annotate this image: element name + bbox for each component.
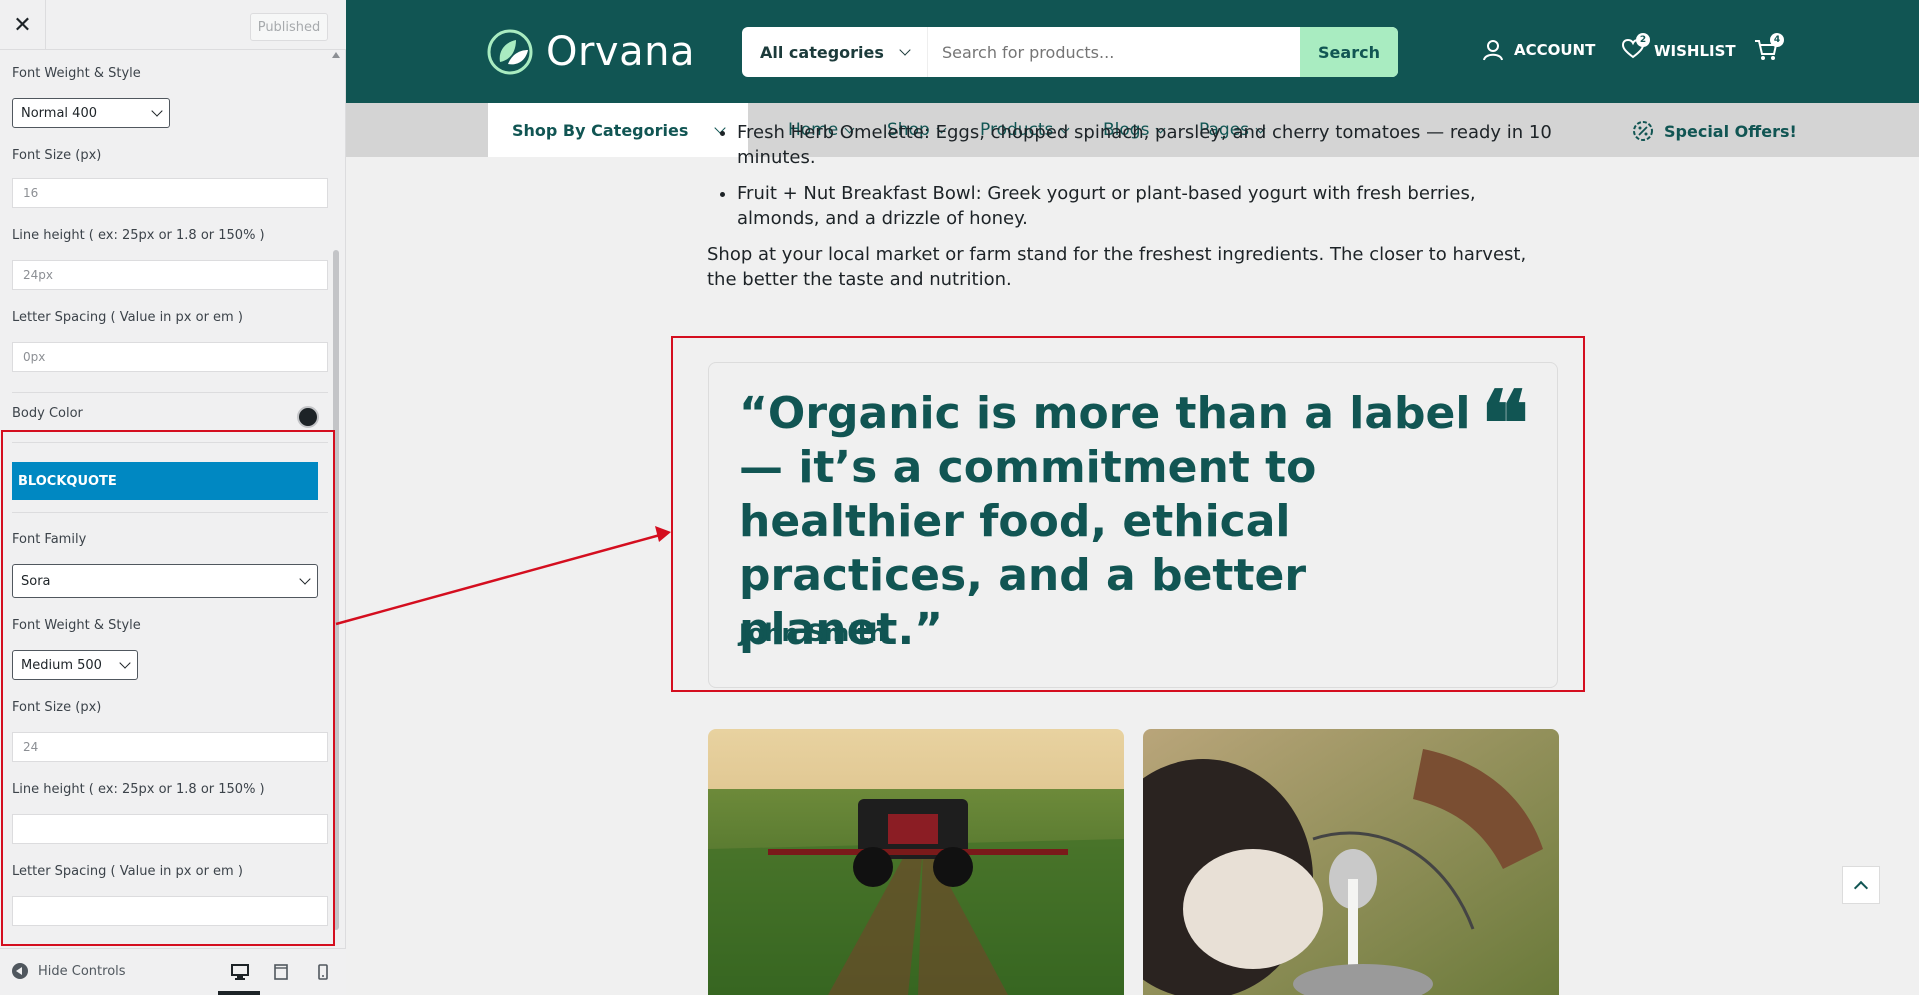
search-input[interactable] (928, 27, 1300, 77)
wishlist-label: WISHLIST (1654, 42, 1736, 60)
special-offers-link[interactable]: Special Offers! (1632, 120, 1797, 142)
site-preview: Orvana All categories Search ACCOUNT 2 W… (346, 0, 1919, 995)
desktop-preview-button[interactable] (229, 961, 251, 983)
blockquote-line-height-label: Line height ( ex: 25px or 1.8 or 150% ) (12, 782, 265, 797)
sidebar-controls: Font Weight & Style Normal 400 Font Size… (0, 50, 346, 948)
search-bar: All categories Search (742, 27, 1398, 77)
close-customizer-button[interactable]: ✕ (0, 0, 46, 50)
back-to-top-button[interactable] (1842, 866, 1880, 904)
category-select[interactable]: All categories (742, 27, 928, 77)
article-paragraph: Shop at your local market or farm stand … (707, 244, 1527, 290)
blockquote-font-family-select[interactable]: Sora (12, 564, 318, 598)
scroll-up-arrow-icon[interactable] (332, 52, 340, 58)
sidebar-scrollbar[interactable] (330, 50, 342, 946)
blockquote-card: “Organic is more than a label — it’s a c… (708, 362, 1558, 688)
font-weight-label: Font Weight & Style (12, 66, 141, 81)
blockquote-letter-spacing-label: Letter Spacing ( Value in px or em ) (12, 864, 243, 879)
blockquote-font-size-label: Font Size (px) (12, 700, 102, 715)
published-button[interactable]: Published (250, 13, 328, 41)
blockquote-font-family-value: Sora (21, 573, 51, 589)
active-device-indicator (218, 991, 260, 995)
site-header: Orvana All categories Search ACCOUNT 2 W… (346, 0, 1919, 103)
blockquote-letter-spacing-input[interactable] (12, 896, 328, 926)
sidebar-header: ✕ Published (0, 0, 346, 50)
account-label: ACCOUNT (1514, 41, 1596, 59)
blockquote-font-weight-value: Medium 500 (21, 657, 102, 673)
search-button[interactable]: Search (1300, 27, 1398, 77)
user-icon (1483, 40, 1503, 61)
sidebar-footer: Hide Controls (0, 948, 346, 995)
body-color-label: Body Color (12, 406, 83, 421)
blockquote-font-size-input[interactable]: 24 (12, 732, 328, 762)
discount-badge-icon (1633, 121, 1653, 141)
tablet-icon (274, 964, 288, 980)
wishlist-link[interactable]: 2 WISHLIST (1621, 33, 1736, 63)
chevron-down-icon (899, 44, 911, 56)
blockquote-text: “Organic is more than a label — it’s a c… (739, 388, 1471, 655)
hide-controls-button[interactable]: Hide Controls (12, 963, 126, 979)
scrollbar-thumb[interactable] (333, 250, 339, 930)
body-color-swatch[interactable] (297, 406, 319, 428)
divider (12, 392, 328, 393)
cart-link[interactable]: 4 (1754, 33, 1784, 65)
divider (12, 442, 328, 443)
collapse-icon (12, 963, 28, 979)
blockquote-line-height-input[interactable] (12, 814, 328, 844)
divider (12, 512, 328, 513)
wishlist-count-badge: 2 (1636, 33, 1650, 47)
desktop-icon (231, 964, 249, 980)
tractor-field-image (708, 729, 1124, 995)
list-item: Fresh Herb Omelette: Eggs, chopped spina… (737, 120, 1559, 170)
chevron-down-icon (299, 573, 311, 585)
tractor-field-illustration (708, 729, 1124, 995)
letter-spacing-label: Letter Spacing ( Value in px or em ) (12, 310, 243, 325)
font-size-input[interactable]: 16 (12, 178, 328, 208)
blockquote-section-header[interactable]: BLOCKQUOTE (12, 462, 318, 500)
blockquote-font-weight-select[interactable]: Medium 500 (12, 650, 138, 680)
customizer-sidebar: ✕ Published Font Weight & Style Normal 4… (0, 0, 346, 995)
cart-count-badge: 4 (1770, 33, 1784, 47)
special-offers-label: Special Offers! (1664, 121, 1797, 141)
leaf-logo-icon (487, 29, 533, 75)
font-weight-value: Normal 400 (21, 105, 97, 121)
quote-mark-icon: ❝ (1480, 371, 1529, 477)
milk-pouring-image (1143, 729, 1559, 995)
blockquote-author: John Smith (739, 619, 887, 647)
chevron-down-icon (119, 657, 131, 669)
font-weight-select[interactable]: Normal 400 (12, 98, 170, 128)
mobile-preview-button[interactable] (312, 961, 334, 983)
site-logo[interactable]: Orvana (486, 28, 695, 76)
line-height-input[interactable]: 24px (12, 260, 328, 290)
tablet-preview-button[interactable] (270, 961, 292, 983)
account-link[interactable]: ACCOUNT (1482, 39, 1595, 61)
chevron-up-icon (1853, 880, 1869, 895)
shop-by-categories-label: Shop By Categories (512, 120, 689, 140)
logo-text: Orvana (546, 29, 695, 75)
hide-controls-label: Hide Controls (38, 963, 126, 979)
category-select-value: All categories (760, 42, 884, 62)
blockquote-font-weight-label: Font Weight & Style (12, 618, 141, 633)
line-height-label: Line height ( ex: 25px or 1.8 or 150% ) (12, 228, 265, 243)
blockquote-font-family-label: Font Family (12, 532, 87, 547)
chevron-down-icon (151, 105, 163, 117)
milk-pouring-illustration (1143, 729, 1559, 995)
recipe-list: Fresh Herb Omelette: Eggs, chopped spina… (737, 120, 1559, 231)
list-item: Fruit + Nut Breakfast Bowl: Greek yogurt… (737, 181, 1559, 231)
mobile-icon (318, 964, 328, 980)
letter-spacing-input[interactable]: 0px (12, 342, 328, 372)
font-size-label: Font Size (px) (12, 148, 102, 163)
article-content: Fresh Herb Omelette: Eggs, chopped spina… (707, 122, 1559, 292)
